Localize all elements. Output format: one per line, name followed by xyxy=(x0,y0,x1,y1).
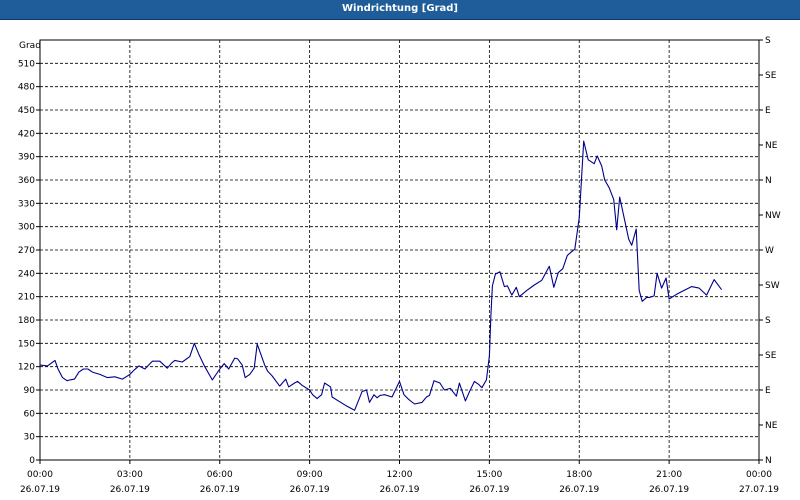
y-tick-label: 300 xyxy=(18,223,35,233)
right-axis-label: NE xyxy=(765,421,778,431)
y-tick-label: 30 xyxy=(24,433,36,443)
y-tick-label: 180 xyxy=(18,316,35,326)
x-tick-time-label: 06:00 xyxy=(207,470,233,480)
y-tick-label: 240 xyxy=(18,269,35,279)
y-tick-label: 420 xyxy=(18,129,35,139)
x-tick-time-label: 03:00 xyxy=(117,470,143,480)
x-tick-time-label: 15:00 xyxy=(476,470,502,480)
y-axis-label: Grad xyxy=(19,41,41,51)
y-tick-label: 90 xyxy=(24,386,36,396)
right-axis-label: W xyxy=(765,246,774,256)
x-axis-ticks: 00:00 26.07.19 03:00 26.07.19 06:00 26.07.19 0… xyxy=(20,460,779,495)
right-axis-label: NW xyxy=(765,211,781,221)
y-tick-label: 270 xyxy=(18,246,35,256)
y-tick-label: 330 xyxy=(18,199,35,209)
y-tick-label: 210 xyxy=(18,293,35,303)
y-tick-label: 150 xyxy=(18,339,35,349)
x-tick-time-label: 18:00 xyxy=(566,470,592,480)
chart-grid xyxy=(40,40,759,460)
wind-direction-line xyxy=(39,140,723,411)
right-axis-label: E xyxy=(765,106,771,116)
y-tick-label: 0 xyxy=(29,456,35,466)
y-tick-label: 450 xyxy=(18,106,35,116)
right-axis-label: SE xyxy=(765,351,777,361)
x-tick-date-label: 26.07.19 xyxy=(290,485,330,495)
y-tick-label: 390 xyxy=(18,153,35,163)
x-tick-time-label: 00:00 xyxy=(27,470,53,480)
wind-direction-chart: Grad 0 30 60 90 120 150 180 210 240 270 300 330 360 3… xyxy=(18,36,781,495)
right-axis-label: N xyxy=(765,176,772,186)
series-layer xyxy=(39,140,723,411)
x-tick-time-label: 00:00 xyxy=(746,470,772,480)
x-tick-date-label: 26.07.19 xyxy=(110,485,150,495)
right-axis-label: SE xyxy=(765,71,777,81)
y-axis-ticks: 0 30 60 90 120 150 180 210 240 270 300 330 360 390 420… xyxy=(18,59,40,466)
x-tick-date-label: 26.07.19 xyxy=(559,485,599,495)
right-axis-label: NE xyxy=(765,141,778,151)
x-tick-date-label: 26.07.19 xyxy=(379,485,419,495)
x-tick-date-label: 26.07.19 xyxy=(649,485,689,495)
x-tick-date-label: 26.07.19 xyxy=(469,485,509,495)
right-axis-ticks: N NE E SE S SW W NW N NE E SE S xyxy=(759,36,781,466)
right-axis-label: S xyxy=(765,316,771,326)
x-tick-date-label: 26.07.19 xyxy=(200,485,240,495)
right-axis-label: S xyxy=(765,36,771,46)
x-tick-date-label: 26.07.19 xyxy=(20,485,60,495)
y-tick-label: 510 xyxy=(18,59,35,69)
y-tick-label: 60 xyxy=(24,409,36,419)
y-tick-label: 120 xyxy=(18,363,35,373)
y-tick-label: 480 xyxy=(18,83,35,93)
y-tick-label: 360 xyxy=(18,176,35,186)
x-tick-time-label: 21:00 xyxy=(656,470,682,480)
x-tick-time-label: 12:00 xyxy=(387,470,413,480)
x-tick-date-label: 27.07.19 xyxy=(739,485,779,495)
right-axis-label: E xyxy=(765,386,771,396)
right-axis-label: N xyxy=(765,456,772,466)
x-tick-time-label: 09:00 xyxy=(297,470,323,480)
right-axis-label: SW xyxy=(765,281,780,291)
